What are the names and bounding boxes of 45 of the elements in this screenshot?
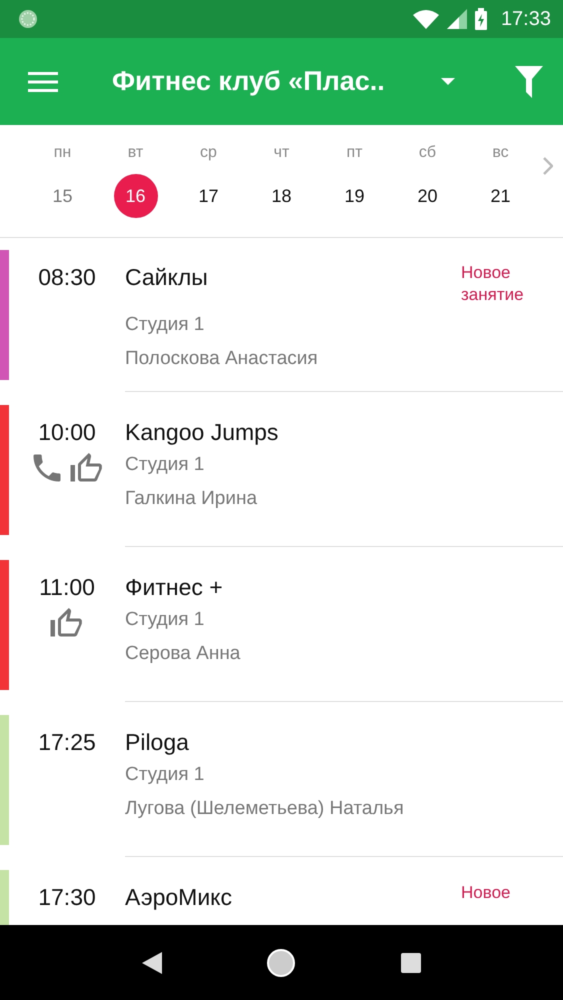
day-number[interactable]: 17 (186, 174, 230, 218)
class-title[interactable]: Фитнес + (125, 574, 223, 601)
recents-icon[interactable] (400, 952, 421, 972)
trainer-name: Полоскова Анастасия (125, 348, 319, 370)
class-time: 11:00 (39, 574, 95, 601)
clock: 17:33 (500, 8, 551, 30)
weekday-label: чт (274, 144, 290, 162)
dropdown-caret-icon[interactable] (441, 78, 455, 85)
weekday-label: сб (418, 144, 436, 162)
day-number[interactable]: 20 (406, 174, 450, 218)
new-class-label: Новое (461, 882, 512, 904)
battery-charging-icon (474, 8, 487, 30)
studio-label: Студия 1 (125, 454, 206, 476)
app-notification-icon (18, 9, 38, 29)
weekday-label: вс (492, 144, 509, 162)
trainer-name: Лугова (Шелеметьева) Наталья (125, 798, 405, 820)
class-time: 17:25 (38, 729, 96, 756)
new-class-label: Новое занятие (461, 262, 525, 306)
class-title[interactable]: Piloga (125, 729, 189, 756)
weekday-label: пт (346, 144, 362, 162)
class-time: 08:30 (38, 264, 96, 291)
trainer-name: Галкина Ирина (125, 488, 258, 510)
back-icon[interactable] (142, 952, 162, 974)
class-time: 17:30 (38, 884, 96, 911)
weekday-label: пн (54, 144, 72, 162)
class-title[interactable]: Kangoo Jumps (125, 419, 278, 446)
weekday-label: вт (128, 144, 144, 162)
trainer-name: Серова Анна (125, 643, 242, 665)
wifi-icon (412, 9, 439, 29)
menu-icon[interactable] (28, 72, 58, 92)
day-number[interactable]: 21 (478, 174, 522, 218)
day-number[interactable]: 15 (40, 174, 84, 218)
studio-label: Студия 1 (125, 764, 206, 786)
studio-label: Студия 1 (125, 609, 206, 631)
day-number[interactable]: 19 (332, 174, 376, 218)
class-time: 10:00 (38, 419, 96, 446)
class-title[interactable]: АэроМикс (125, 884, 232, 911)
filter-icon[interactable] (515, 66, 543, 98)
class-title[interactable]: Сайклы (125, 264, 208, 291)
studio-label: Студия 1 (125, 314, 206, 336)
day-number[interactable]: 16 (114, 174, 158, 218)
weekday-label: ср (200, 144, 217, 162)
signal-icon (446, 9, 467, 29)
home-icon[interactable] (266, 948, 296, 978)
day-number[interactable]: 18 (260, 174, 304, 218)
